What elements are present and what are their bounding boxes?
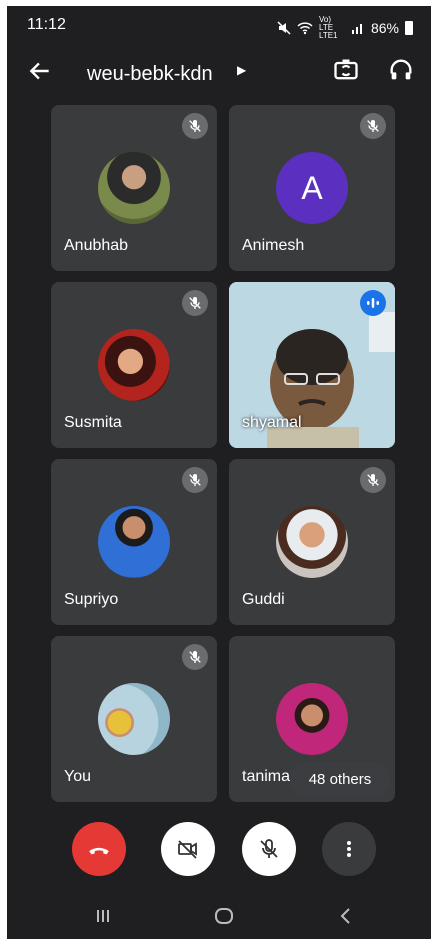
avatar (98, 506, 170, 578)
participant-name: Supriyo (64, 591, 119, 608)
mic-off-icon (360, 113, 386, 139)
avatar (276, 506, 348, 578)
mic-off-icon (182, 644, 208, 670)
avatar (276, 683, 348, 755)
participant-name: tanima (242, 768, 291, 785)
participant-tile[interactable]: A Animesh (229, 105, 395, 271)
participant-name: You (64, 768, 91, 785)
recent-apps-button[interactable] (89, 904, 117, 928)
mic-off-icon (182, 467, 208, 493)
avatar: A (276, 152, 348, 224)
battery-percent: 86% (370, 20, 399, 36)
meeting-details-chevron-icon[interactable]: ▶ (237, 63, 246, 77)
more-vertical-icon (347, 841, 351, 857)
phone-screen: 11:12 Vo) LTE LTE1 86% weu-bebk-kdn ▶ An… (7, 6, 431, 939)
participant-tile[interactable]: Anubhab (51, 105, 217, 271)
avatar (98, 683, 170, 755)
end-call-icon (89, 847, 109, 855)
participant-tile[interactable]: Guddi (229, 459, 395, 625)
others-count-badge[interactable]: 48 others (290, 762, 390, 796)
status-time: 11:12 (27, 16, 66, 33)
network-label: Vo) LTE LTE1 (318, 15, 338, 40)
participant-name: shyamal (242, 414, 302, 431)
system-nav-bar (7, 894, 431, 939)
recent-apps-icon (97, 910, 109, 922)
signal-icon (351, 24, 362, 34)
call-controls (7, 816, 431, 892)
participant-tile[interactable]: Susmita (51, 282, 217, 448)
participant-tile[interactable]: Supriyo (51, 459, 217, 625)
mic-off-icon (182, 113, 208, 139)
status-bar: 11:12 Vo) LTE LTE1 86% (7, 6, 431, 42)
camera-toggle-button[interactable] (161, 822, 215, 876)
status-icons: Vo) LTE LTE1 86% (277, 16, 413, 40)
home-button[interactable] (210, 904, 238, 928)
camera-off-icon (178, 840, 197, 859)
mic-off-icon (360, 467, 386, 493)
back-chevron-icon (340, 908, 350, 924)
battery-icon (405, 21, 413, 35)
mic-off-icon (182, 290, 208, 316)
home-icon (215, 908, 233, 924)
meeting-top-bar: weu-bebk-kdn ▶ (7, 50, 431, 96)
back-arrow-icon[interactable] (27, 58, 53, 84)
avatar (98, 329, 170, 401)
participant-name: Susmita (64, 414, 122, 431)
end-call-button[interactable] (72, 822, 126, 876)
participant-video-tile[interactable]: shyamal (229, 282, 395, 448)
participant-name: Animesh (242, 237, 305, 254)
avatar (98, 152, 170, 224)
mute-notifications-icon (277, 21, 291, 35)
back-button[interactable] (332, 904, 360, 928)
meeting-code[interactable]: weu-bebk-kdn (87, 63, 213, 86)
switch-camera-icon[interactable] (332, 56, 360, 84)
participant-name: Anubhab (64, 237, 129, 254)
speaking-indicator-icon (360, 290, 386, 316)
participant-name: Guddi (242, 591, 285, 608)
mic-off-icon (260, 839, 278, 858)
participant-tile[interactable]: You (51, 636, 217, 802)
audio-output-icon[interactable] (387, 56, 415, 84)
wifi-icon (297, 22, 313, 35)
mic-toggle-button[interactable] (242, 822, 296, 876)
more-options-button[interactable] (322, 822, 376, 876)
